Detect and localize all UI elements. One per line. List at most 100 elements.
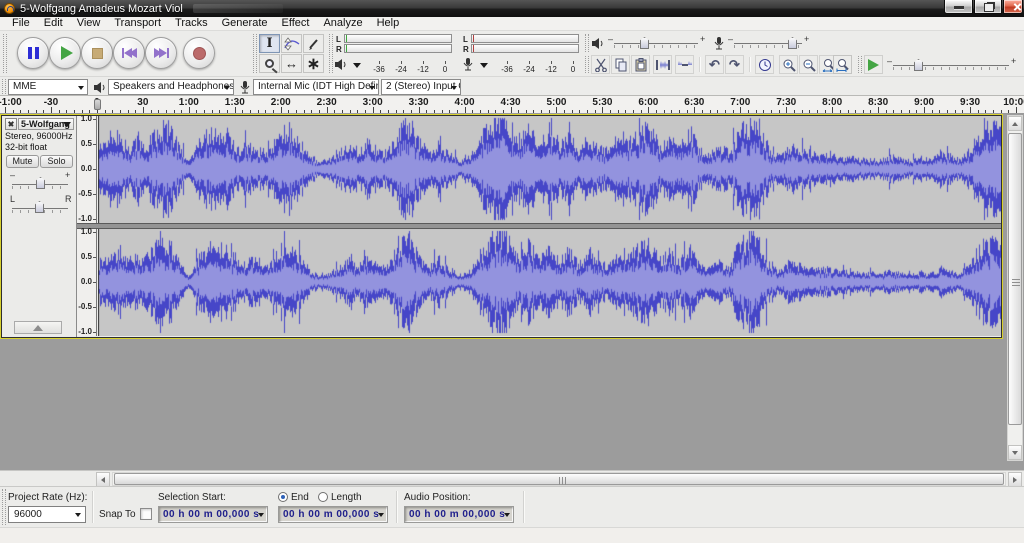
play-button[interactable] (49, 37, 81, 69)
restore-button[interactable] (974, 0, 1002, 14)
zoom-out-button[interactable] (799, 55, 818, 74)
close-button[interactable] (1003, 0, 1023, 14)
menu-edit[interactable]: Edit (37, 17, 70, 30)
skip-end-button[interactable] (145, 37, 177, 69)
pan-thumb[interactable] (35, 201, 44, 213)
scroll-up-button[interactable] (1008, 116, 1022, 131)
audio-position-label: Audio Position: (404, 492, 471, 503)
microphone-icon (238, 80, 252, 95)
audio-host-select[interactable]: MME (8, 79, 88, 95)
snap-to-checkbox[interactable] (140, 508, 152, 520)
copy-icon (614, 58, 628, 72)
menu-transport[interactable]: Transport (107, 17, 168, 30)
toolbar-grip[interactable] (253, 34, 257, 73)
multi-tool-button[interactable]: ∗ (303, 54, 324, 73)
input-volume-thumb[interactable] (788, 37, 797, 49)
pause-button[interactable] (17, 37, 49, 69)
playback-device-select[interactable]: Speakers and Headphones (ID (108, 79, 234, 95)
menu-tracks[interactable]: Tracks (168, 17, 215, 30)
playback-speed-slider[interactable] (893, 65, 1009, 66)
undo-button[interactable]: ↶ (705, 55, 724, 74)
minimize-button[interactable] (944, 0, 973, 14)
solo-button[interactable]: Solo (40, 155, 73, 168)
cut-button[interactable] (591, 55, 610, 74)
zoom-in-button[interactable] (779, 55, 798, 74)
gain-thumb[interactable] (36, 177, 45, 189)
recording-channels-select[interactable]: 2 (Stereo) Input C (381, 79, 461, 95)
output-volume-thumb[interactable] (640, 37, 649, 49)
ruler-label: 4:30 (500, 97, 520, 108)
transcription-toolbar: – + (856, 54, 1022, 75)
play-meter-label-l: L (336, 35, 341, 44)
menu-effect[interactable]: Effect (275, 17, 317, 30)
menu-generate[interactable]: Generate (215, 17, 275, 30)
zoom-tool-button[interactable] (259, 54, 280, 73)
paste-button[interactable] (631, 55, 650, 74)
recording-device-select[interactable]: Internal Mic (IDT High Definiti (253, 79, 379, 95)
timeline-ruler[interactable]: -1:00-300301:001:302:002:303:003:304:004… (0, 96, 1024, 114)
envelope-tool-button[interactable] (281, 34, 302, 53)
ruler-label: 1:00 (179, 97, 199, 108)
toolbar-grip[interactable] (2, 79, 6, 94)
record-button[interactable] (183, 37, 215, 69)
waveform-left[interactable] (98, 116, 1001, 223)
copy-button[interactable] (611, 55, 630, 74)
meter-scale-label: -24 (523, 65, 535, 74)
silence-audio-icon (677, 58, 693, 72)
stop-button[interactable] (81, 37, 113, 69)
playback-speed-thumb[interactable] (914, 59, 923, 71)
pan-slider-right: R (65, 194, 72, 204)
track-name-menu[interactable]: 5-Wolfgang (18, 118, 74, 130)
playhead-pin[interactable] (94, 99, 101, 110)
horizontal-scrollbar[interactable] (0, 470, 1024, 486)
audio-position-field[interactable]: 00 h 00 m 00,000 s (404, 506, 514, 523)
project-rate-select[interactable]: 96000 (8, 506, 86, 523)
fit-project-button[interactable] (833, 55, 852, 74)
toolbar-grip[interactable] (3, 34, 7, 73)
toolbar-grip[interactable] (329, 34, 333, 73)
end-radio[interactable] (278, 492, 288, 502)
scroll-right-button[interactable] (1008, 472, 1022, 487)
trim-audio-button[interactable] (653, 55, 672, 74)
tools-toolbar: I ↔ ∗ (251, 32, 327, 75)
play-meter-bar-l[interactable] (344, 34, 452, 43)
horizontal-scroll-thumb[interactable] (114, 473, 1004, 485)
play-meter-dropdown[interactable] (350, 61, 363, 70)
play-meter-bar-r[interactable] (344, 44, 452, 53)
draw-tool-button[interactable] (303, 34, 324, 53)
record-meter-bar-l[interactable] (471, 34, 579, 43)
redo-button[interactable]: ↷ (725, 55, 744, 74)
toolbar-grip[interactable] (585, 56, 589, 73)
output-volume-slider[interactable] (614, 43, 698, 44)
scroll-down-button[interactable] (1008, 445, 1022, 460)
skip-start-button[interactable] (113, 37, 145, 69)
menu-view[interactable]: View (70, 17, 108, 30)
mute-button[interactable]: Mute (6, 155, 39, 168)
silence-audio-button[interactable] (675, 55, 694, 74)
vertical-scale-label: 1.0 (81, 227, 92, 236)
track-collapse-button[interactable] (14, 321, 62, 334)
track-close-button[interactable] (5, 118, 17, 130)
vertical-scale-right[interactable]: 1.00.50.0-0.5-1.0 (77, 229, 97, 336)
menu-analyze[interactable]: Analyze (316, 17, 369, 30)
vertical-scrollbar[interactable] (1007, 115, 1023, 461)
toolbar-grip[interactable] (585, 34, 589, 52)
sync-lock-button[interactable] (755, 55, 774, 74)
menu-file[interactable]: File (5, 17, 37, 30)
record-meter-dropdown[interactable] (477, 61, 490, 70)
edit-toolbar: ↶ ↷ (583, 54, 854, 75)
vertical-scale-left[interactable]: 1.00.50.0-0.5-1.0 (77, 116, 97, 223)
selection-start-field[interactable]: 00 h 00 m 00,000 s (158, 506, 268, 523)
scroll-left-button[interactable] (96, 472, 110, 487)
selection-end-field[interactable]: 00 h 00 m 00,000 s (278, 506, 388, 523)
menu-help[interactable]: Help (370, 17, 407, 30)
time-shift-tool-button[interactable]: ↔ (281, 54, 302, 73)
waveform-right[interactable] (98, 229, 1001, 336)
toolbar-grip[interactable] (858, 56, 862, 73)
selection-tool-button[interactable]: I (259, 34, 280, 53)
record-meter-bar-r[interactable] (471, 44, 579, 53)
toolbar-grip[interactable] (2, 489, 6, 525)
vertical-scroll-thumb[interactable] (1008, 133, 1022, 425)
length-radio[interactable] (318, 492, 328, 502)
play-at-speed-button[interactable] (864, 55, 883, 74)
